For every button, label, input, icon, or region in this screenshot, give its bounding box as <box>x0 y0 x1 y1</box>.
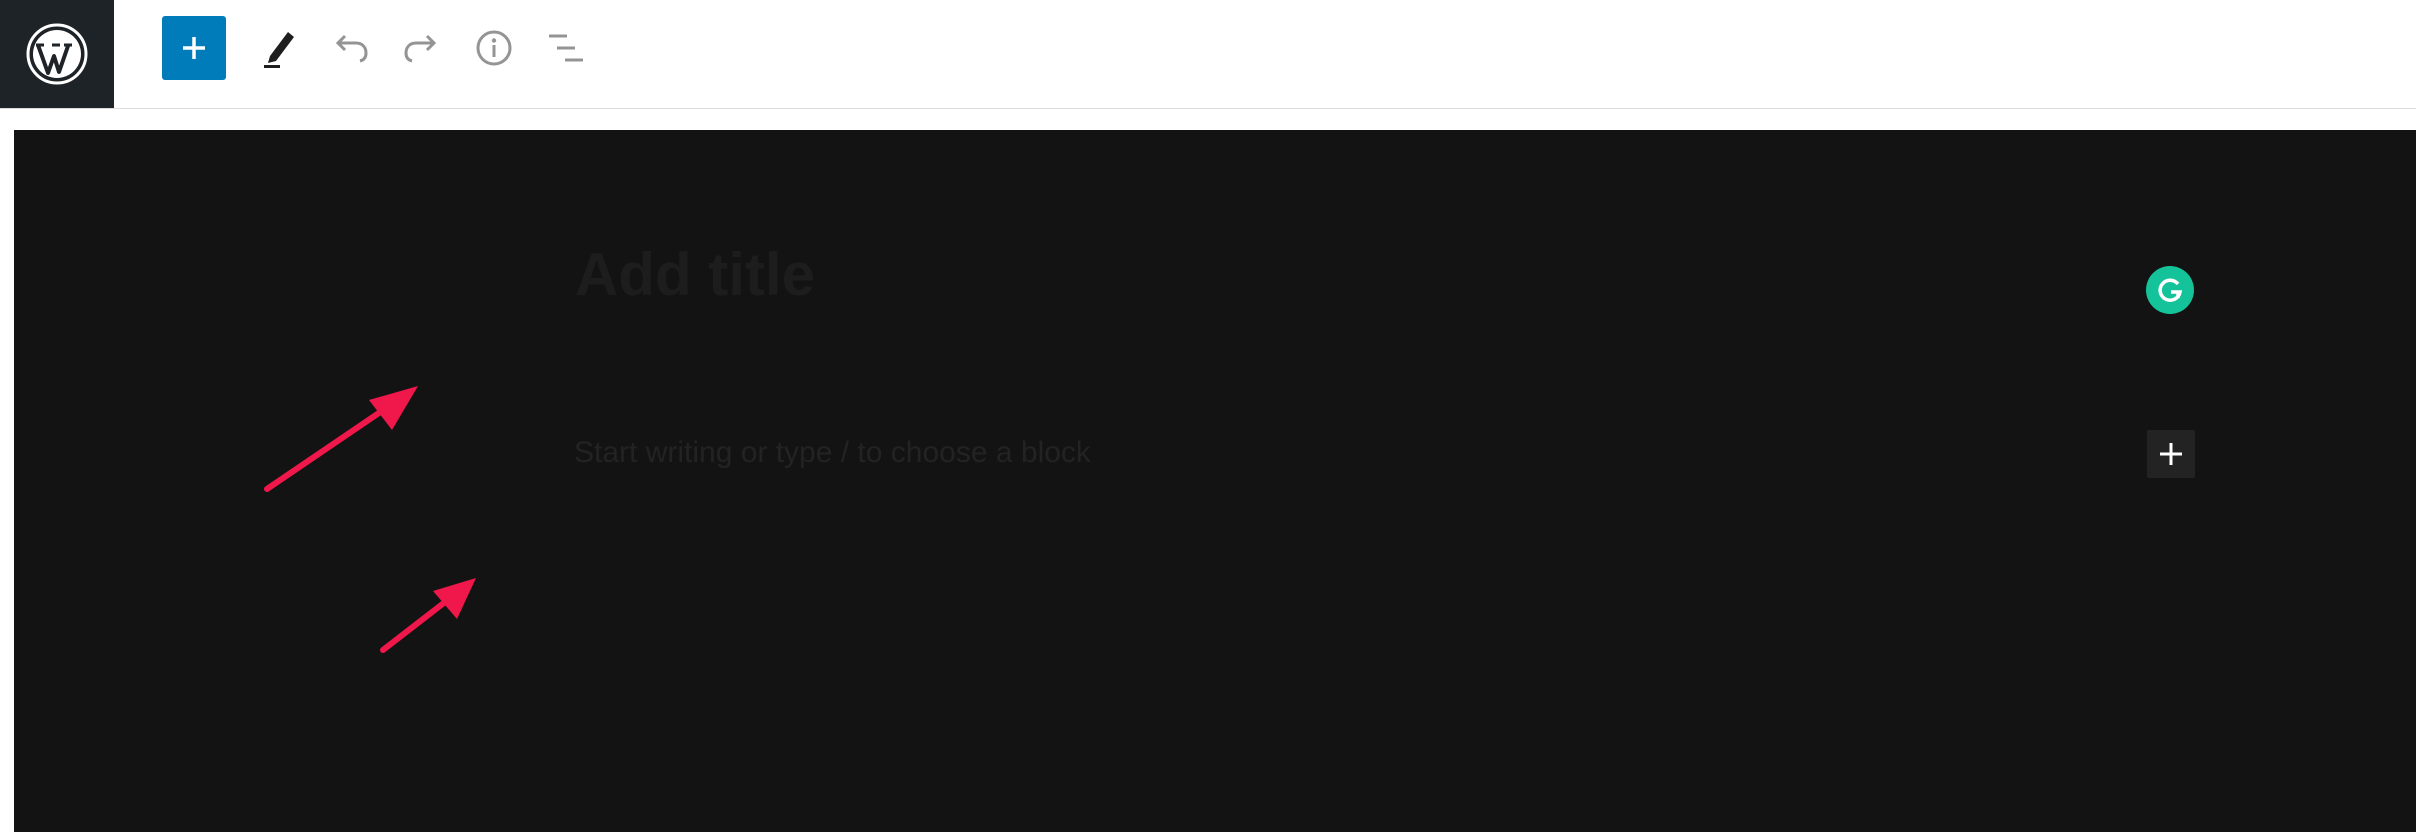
grammarly-icon <box>2158 278 2183 302</box>
redo-button[interactable] <box>398 24 446 72</box>
add-block-button[interactable] <box>2147 430 2195 478</box>
plus-icon <box>2160 443 2182 465</box>
plus-icon <box>183 37 205 59</box>
editor-canvas <box>14 130 2416 832</box>
info-icon <box>476 30 512 66</box>
redo-icon <box>404 34 437 63</box>
tools-button[interactable] <box>254 24 302 72</box>
grammarly-button[interactable] <box>2146 266 2194 314</box>
undo-icon <box>335 34 368 63</box>
title-placeholder[interactable]: Add title <box>575 240 815 309</box>
list-view-button[interactable] <box>542 24 590 72</box>
undo-button[interactable] <box>326 24 374 72</box>
block-inserter-button[interactable] <box>162 16 226 80</box>
pencil-icon <box>264 32 294 68</box>
wordpress-logo-button[interactable] <box>0 0 114 108</box>
body-placeholder[interactable]: Start writing or type / to choose a bloc… <box>574 436 1091 470</box>
details-button[interactable] <box>470 24 518 72</box>
wordpress-logo-icon <box>26 23 88 85</box>
list-view-icon <box>549 34 583 62</box>
editor-header <box>0 0 2416 109</box>
